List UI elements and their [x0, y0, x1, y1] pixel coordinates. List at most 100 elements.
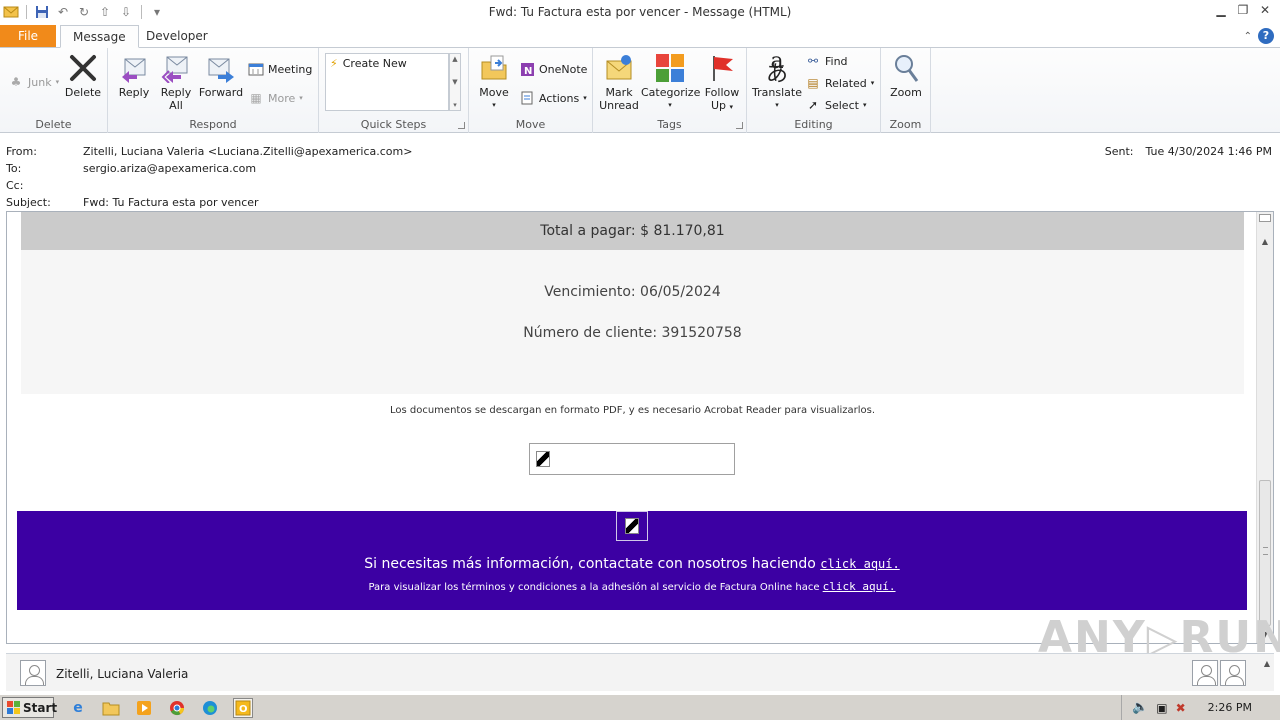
lightning-icon: ⚡ — [330, 57, 338, 70]
find-button[interactable]: ⚯ Find — [805, 51, 848, 71]
message-header: From: Zitelli, Luciana Valeria <Luciana.… — [0, 134, 1280, 211]
tags-launcher-icon[interactable] — [736, 122, 743, 129]
security-icon[interactable]: ✖ — [1176, 701, 1186, 715]
redo-icon[interactable]: ↻ — [76, 4, 92, 20]
zoom-group: Zoom Zoom — [881, 48, 931, 133]
scroll-up-icon[interactable]: ▲ — [1259, 236, 1271, 248]
delete-group-label: Delete — [35, 118, 72, 131]
email-footer: Si necesitas más información, contactate… — [17, 511, 1247, 610]
more-label: More — [268, 91, 296, 105]
to-value[interactable]: sergio.ariza@apexamerica.com — [83, 162, 256, 175]
scroll-down-icon[interactable]: ▼ — [452, 78, 457, 86]
footer-contact-line: Si necesitas más información, contactate… — [17, 556, 1247, 572]
zoom-button[interactable]: Zoom — [887, 52, 925, 99]
file-explorer-icon[interactable] — [101, 698, 121, 718]
tags-group: Mark Unread Categorize ▾ Follow Up ▾ Tag… — [593, 48, 747, 133]
delete-group: ♣ Junk ▾ Delete Delete — [0, 48, 108, 133]
sent-value: Tue 4/30/2024 1:46 PM — [1145, 145, 1272, 158]
outlook-envelope-icon[interactable] — [3, 4, 19, 20]
chrome-icon[interactable] — [167, 698, 187, 718]
toolbar-separator — [141, 5, 142, 19]
subject-row: Subject: Fwd: Tu Factura esta por vencer — [6, 196, 259, 209]
undo-icon[interactable]: ↶ — [55, 4, 71, 20]
scroll-thumb[interactable] — [1259, 480, 1271, 626]
quick-step-create-new[interactable]: ⚡ Create New — [326, 54, 448, 73]
actions-icon — [519, 90, 535, 106]
taskbar-pinned: e O — [68, 697, 253, 718]
quick-steps-scroll[interactable]: ▲ ▼ ▾ — [449, 53, 461, 111]
folder-move-icon — [478, 52, 510, 84]
actions-button[interactable]: Actions ▾ — [519, 88, 587, 108]
customize-toolbar-icon[interactable]: ▾ — [149, 4, 165, 20]
message-body[interactable]: Total a pagar: $ 81.170,81 Vencimiento: … — [6, 211, 1274, 644]
grip-icon — [1263, 547, 1268, 555]
tab-message[interactable]: Message — [60, 25, 139, 48]
quick-steps-launcher-icon[interactable] — [458, 122, 465, 129]
cursor-icon: ➚ — [807, 98, 819, 112]
total-amount: Total a pagar: $ 81.170,81 — [21, 212, 1244, 250]
forward-button[interactable]: Forward — [198, 52, 244, 99]
media-player-icon[interactable] — [134, 698, 154, 718]
edge-icon[interactable] — [200, 698, 220, 718]
categorize-button[interactable]: Categorize ▾ — [641, 52, 700, 112]
onenote-button[interactable]: N OneNote — [519, 59, 587, 79]
terms-link[interactable]: click aquí. — [823, 580, 896, 593]
close-icon[interactable]: ✕ — [1256, 2, 1274, 18]
internet-explorer-icon[interactable]: e — [68, 698, 88, 718]
related-button[interactable]: ▤ Related ▾ — [805, 73, 874, 93]
related-label: Related — [825, 76, 867, 90]
follow-up-button[interactable]: Follow Up ▾ — [701, 52, 743, 114]
tab-file[interactable]: File — [0, 25, 56, 47]
mark-unread-button[interactable]: Mark Unread — [597, 52, 641, 112]
expand-gallery-icon[interactable]: ▾ — [453, 101, 457, 109]
reply-button[interactable]: Reply — [114, 52, 154, 99]
scroll-down-icon[interactable]: ▼ — [1259, 629, 1271, 641]
network-icon[interactable]: ▣ — [1156, 701, 1167, 715]
body-scrollbar[interactable]: ▲ ▼ — [1256, 212, 1273, 643]
quick-steps-gallery: ⚡ Create New — [325, 53, 449, 111]
recipient-avatar[interactable] — [1220, 660, 1246, 686]
expand-people-pane-icon[interactable]: ▲ — [1264, 659, 1270, 668]
download-image-placeholder[interactable] — [529, 443, 735, 475]
select-button[interactable]: ➚ Select ▾ — [805, 95, 866, 115]
respond-group-label: Respond — [189, 118, 237, 131]
scroll-up-icon[interactable]: ▲ — [452, 55, 457, 63]
minimize-icon[interactable]: ▁ — [1212, 2, 1230, 18]
windows-logo-icon — [7, 701, 20, 714]
volume-icon[interactable]: 🔈 — [1132, 700, 1148, 715]
contact-link[interactable]: click aquí. — [820, 557, 899, 571]
tab-developer[interactable]: Developer — [134, 25, 220, 48]
move-button[interactable]: Move ▾ — [475, 52, 513, 112]
more-respond-button[interactable]: ▦ More ▾ — [248, 88, 302, 108]
restore-icon[interactable]: ❐ — [1234, 2, 1252, 18]
previous-item-icon[interactable]: ⇧ — [97, 4, 113, 20]
window-title: Fwd: Tu Factura esta por vencer - Messag… — [488, 5, 792, 19]
from-value[interactable]: Zitelli, Luciana Valeria <Luciana.Zitell… — [83, 145, 412, 158]
flag-icon — [706, 52, 738, 84]
actions-label: Actions — [539, 91, 580, 105]
delete-label: Delete — [64, 86, 102, 99]
start-button[interactable]: Start — [2, 697, 57, 718]
client-number: Número de cliente: 391520758 — [523, 325, 742, 341]
translate-button[interactable]: aあ Translate ▾ — [751, 51, 803, 112]
delete-button[interactable]: Delete — [62, 52, 104, 99]
sender-avatar[interactable] — [20, 660, 46, 686]
reply-all-button[interactable]: Reply All — [156, 52, 196, 112]
help-icon[interactable]: ? — [1258, 28, 1274, 44]
sent-row: Sent: Tue 4/30/2024 1:46 PM — [1105, 145, 1272, 158]
people-pane-name: Zitelli, Luciana Valeria — [56, 667, 189, 681]
collapse-ribbon-icon[interactable]: ⌃ — [1244, 31, 1252, 42]
recipient-avatar[interactable] — [1192, 660, 1218, 686]
next-item-icon[interactable]: ⇩ — [118, 4, 134, 20]
outlook-taskbar-icon[interactable]: O — [233, 697, 253, 718]
clock[interactable]: 2:26 PM — [1208, 701, 1252, 714]
to-row: To: sergio.ariza@apexamerica.com — [6, 162, 256, 175]
ribbon-tab-controls: ⌃ ? — [1244, 28, 1274, 44]
save-icon[interactable] — [34, 4, 50, 20]
create-new-label: Create New — [342, 57, 407, 70]
split-handle[interactable] — [1259, 214, 1271, 222]
meeting-button[interactable]: Meeting — [248, 59, 312, 79]
people-pane: Zitelli, Luciana Valeria ▲ — [6, 653, 1274, 691]
subject-label: Subject: — [6, 196, 51, 209]
junk-button[interactable]: ♣ Junk ▾ — [8, 72, 59, 92]
